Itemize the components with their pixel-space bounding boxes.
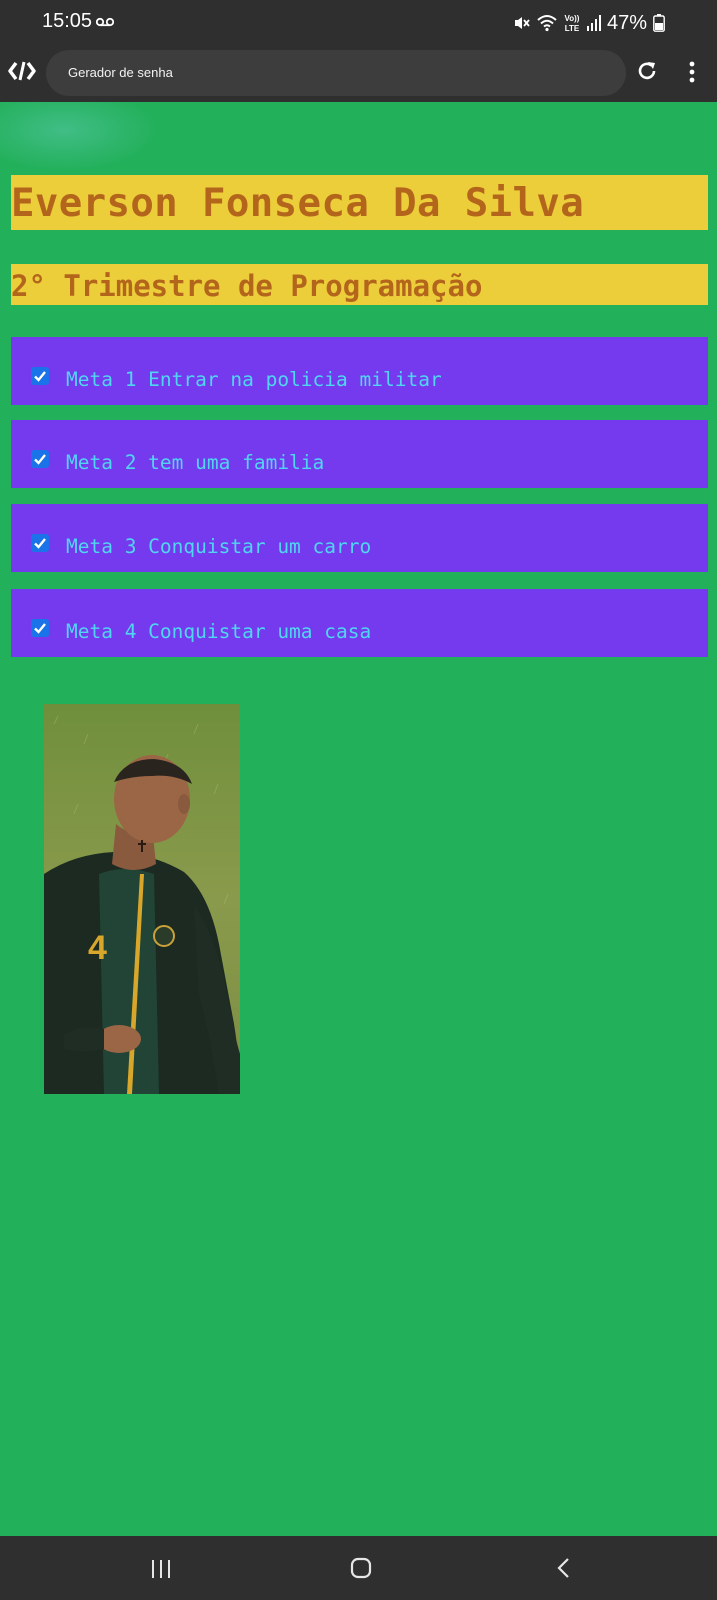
page-content: Everson Fonseca Da Silva 2° Trimestre de… xyxy=(0,102,717,1536)
page-title: Everson Fonseca Da Silva xyxy=(11,181,585,226)
battery-percent: 47% xyxy=(606,11,647,34)
signal-icon xyxy=(586,15,601,31)
home-icon[interactable] xyxy=(350,1557,372,1584)
goal-checkbox-3[interactable] xyxy=(31,534,49,552)
page-subtitle-block: 2° Trimestre de Programação xyxy=(11,264,708,305)
more-menu-icon[interactable] xyxy=(688,61,696,88)
page-subtitle: 2° Trimestre de Programação xyxy=(11,269,483,303)
player-photo: 4 xyxy=(44,704,240,1094)
mute-icon xyxy=(513,14,531,32)
back-icon[interactable] xyxy=(556,1557,572,1584)
blurred-artifact xyxy=(0,102,160,172)
recents-icon[interactable] xyxy=(150,1558,172,1585)
svg-text:Vo)): Vo)) xyxy=(564,14,579,23)
svg-text:4: 4 xyxy=(88,929,107,967)
volte-icon: Vo)) LTE xyxy=(563,13,581,33)
svg-text:LTE: LTE xyxy=(565,24,580,33)
goal-item-4: Meta 4 Conquistar uma casa xyxy=(11,589,708,657)
reload-icon[interactable] xyxy=(636,60,658,87)
page-title-block: Everson Fonseca Da Silva xyxy=(11,175,708,230)
goal-item-3: Meta 3 Conquistar um carro xyxy=(11,504,708,572)
url-text: Gerador de senha xyxy=(68,65,173,80)
system-nav-bar xyxy=(0,1536,717,1600)
goal-item-1: Meta 1 Entrar na policia militar xyxy=(11,337,708,405)
goal-label-1: Meta 1 Entrar na policia militar xyxy=(66,368,442,391)
voicemail-icon xyxy=(95,14,115,32)
app-logo-icon[interactable] xyxy=(8,60,36,87)
goal-checkbox-1[interactable] xyxy=(31,367,49,385)
wifi-icon xyxy=(537,14,557,32)
browser-toolbar: Gerador de senha xyxy=(0,46,717,102)
battery-icon xyxy=(653,14,665,32)
goal-label-4: Meta 4 Conquistar uma casa xyxy=(66,620,372,643)
goal-label-3: Meta 3 Conquistar um carro xyxy=(66,535,372,558)
status-bar: 15:05 Vo)) LTE 47% xyxy=(0,0,717,46)
goal-item-2: Meta 2 tem uma familia xyxy=(11,420,708,488)
goal-checkbox-2[interactable] xyxy=(31,450,49,468)
status-icons: Vo)) LTE 47% xyxy=(513,8,665,38)
url-bar[interactable]: Gerador de senha xyxy=(46,50,626,96)
goal-checkbox-4[interactable] xyxy=(31,619,49,637)
status-time: 15:05 xyxy=(42,10,93,32)
goal-label-2: Meta 2 tem uma familia xyxy=(66,451,325,474)
